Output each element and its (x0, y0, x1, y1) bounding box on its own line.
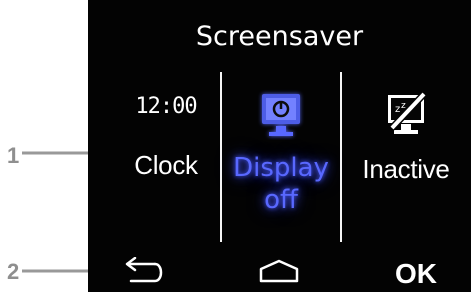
option-divider-right (340, 72, 342, 242)
screen-title: Screensaver (195, 21, 364, 52)
option-display-off-label: Display off (222, 152, 340, 216)
option-display-off-label-line-1: Display (233, 153, 329, 183)
option-clock[interactable]: 12:00 Clock (107, 88, 225, 182)
navigation-bar: OK (88, 248, 471, 292)
option-display-off-label-line-2: off (264, 185, 298, 215)
option-clock-label: Clock (134, 150, 198, 180)
callout-2-label: 2 (7, 259, 20, 284)
option-inactive-label: Inactive (362, 154, 450, 184)
option-display-off[interactable]: Display off (222, 88, 340, 216)
callout-2: 2 (7, 261, 19, 283)
clock-time-value: 12:00 (135, 94, 197, 119)
home-button[interactable] (256, 257, 302, 289)
option-inactive[interactable]: z z Inactive (347, 88, 465, 186)
power-monitor-icon (262, 94, 300, 136)
back-button[interactable] (119, 256, 163, 289)
svg-text:z: z (395, 104, 400, 115)
monitor-sleep-icon: z z (388, 91, 427, 134)
screen-guide-figure: 1 2 Screensaver 12:00 Clock Display off … (0, 0, 471, 292)
callout-1-label: 1 (7, 143, 20, 168)
back-arrow-icon (125, 256, 163, 283)
ok-button[interactable]: OK (395, 258, 437, 290)
device-screen: Screensaver 12:00 Clock Display off z z … (88, 0, 471, 292)
callout-1: 1 (7, 145, 19, 167)
home-icon (259, 259, 299, 283)
